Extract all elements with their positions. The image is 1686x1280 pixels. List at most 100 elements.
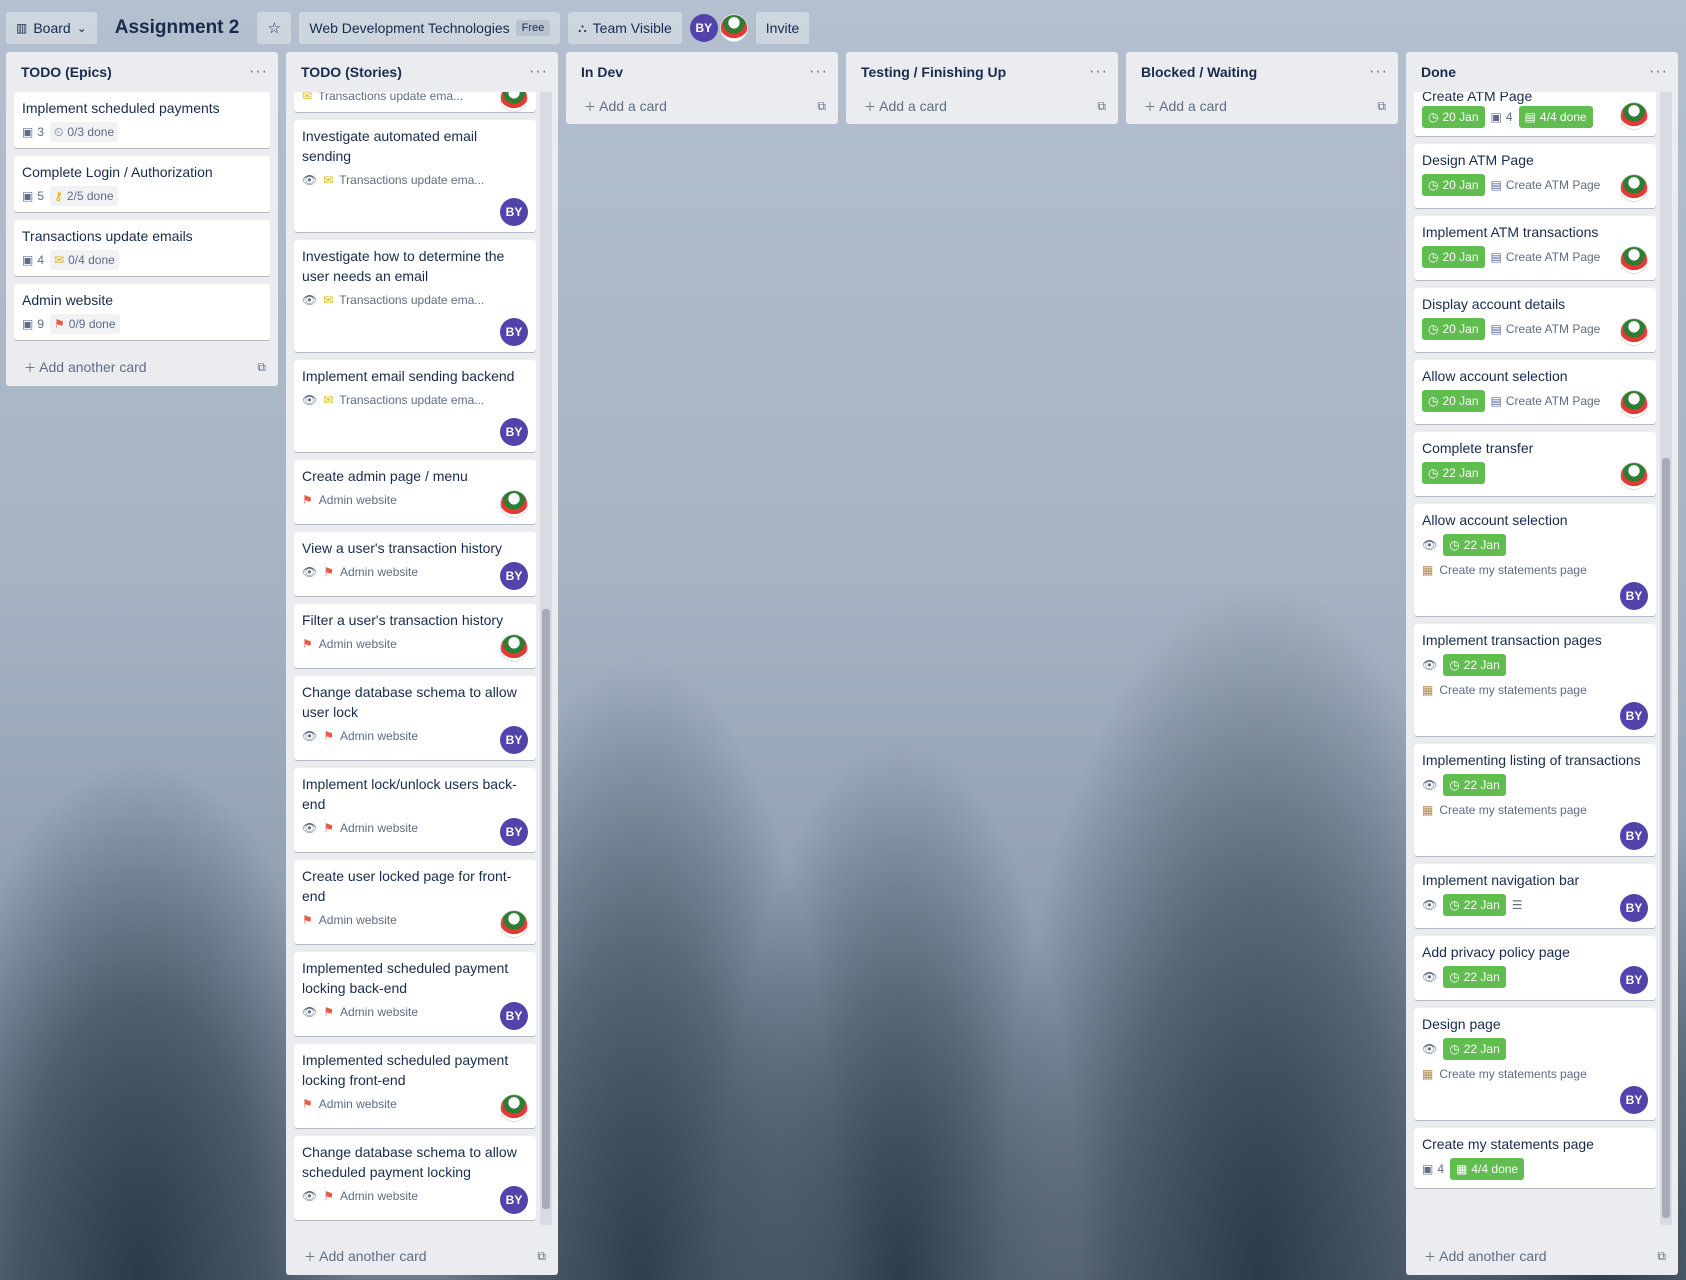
board-icon: ▥ bbox=[16, 21, 28, 35]
card[interactable]: Create user locked page for front-end ⚑ A… bbox=[294, 860, 536, 944]
more-icon[interactable]: ··· bbox=[1369, 64, 1388, 80]
more-icon[interactable]: ··· bbox=[249, 64, 268, 80]
due-date-badge[interactable]: ◷ 20 Jan bbox=[1422, 174, 1485, 196]
template-icon[interactable]: ⧉ bbox=[1377, 100, 1386, 112]
template-icon[interactable]: ⧉ bbox=[817, 100, 826, 112]
card[interactable]: ✉ Transactions update ema... bbox=[294, 92, 536, 112]
add-card-button[interactable]: ＋ Add a card ⧉ bbox=[566, 88, 838, 124]
card[interactable]: Change database schema to allow schedule… bbox=[294, 1136, 536, 1220]
due-date-badge[interactable]: ◷ 22 Jan bbox=[1443, 654, 1506, 676]
card[interactable]: Allow account selection 👁 ◷ 22 Jan ▦ Creat… bbox=[1414, 504, 1656, 616]
scrollbar[interactable] bbox=[540, 92, 552, 1225]
template-icon[interactable]: ⧉ bbox=[537, 1250, 546, 1262]
list-title[interactable]: Testing / Finishing Up bbox=[861, 64, 1006, 80]
scrollbar[interactable] bbox=[1660, 92, 1672, 1225]
invite-button[interactable]: Invite bbox=[755, 12, 810, 44]
due-date-badge[interactable]: ◷ 22 Jan bbox=[1443, 1038, 1506, 1060]
card[interactable]: Add privacy policy page 👁 ◷ 22 Jan BY bbox=[1414, 936, 1656, 1000]
card[interactable]: Implement email sending backend 👁 ✉ Transa… bbox=[294, 360, 536, 452]
due-date-badge[interactable]: ◷ 22 Jan bbox=[1443, 966, 1506, 988]
envelope-icon: ✉ bbox=[54, 253, 65, 267]
card-title: Implemented scheduled payment locking ba… bbox=[302, 960, 509, 996]
card[interactable]: Implement transaction pages 👁 ◷ 22 Jan ▦ C… bbox=[1414, 624, 1656, 736]
card-title: View a user's transaction history bbox=[302, 540, 503, 556]
list-done: Done ··· Create ATM Page ◷ 20 Jan ▣ 4 ▤ 4/4… bbox=[1406, 52, 1678, 1275]
template-icon[interactable]: ⧉ bbox=[257, 361, 266, 373]
scrollbar-thumb[interactable] bbox=[1662, 458, 1670, 1218]
due-date-badge[interactable]: ◷ 22 Jan bbox=[1443, 774, 1506, 796]
more-icon[interactable]: ··· bbox=[1089, 64, 1108, 80]
workspace-button[interactable]: Web Development Technologies Free bbox=[299, 12, 561, 44]
eye-icon: 👁 bbox=[302, 293, 318, 307]
due-date-badge[interactable]: ◷ 22 Jan bbox=[1422, 462, 1485, 484]
card[interactable]: Display account details ◷ 20 Jan ▤ Create … bbox=[1414, 288, 1656, 352]
avatar bbox=[500, 910, 528, 938]
card[interactable]: Implement lock/unlock users back-end 👁 ⚑ A… bbox=[294, 768, 536, 852]
visibility-button[interactable]: ⛬ Team Visible bbox=[568, 12, 682, 44]
list-title[interactable]: Blocked / Waiting bbox=[1141, 64, 1257, 80]
avatar bbox=[500, 490, 528, 518]
add-card-button[interactable]: ＋ Add a card ⧉ bbox=[1126, 88, 1398, 124]
list-title[interactable]: In Dev bbox=[581, 64, 623, 80]
card[interactable]: Filter a user's transaction history ⚑ Adm… bbox=[294, 604, 536, 668]
plus-icon: ＋ bbox=[24, 361, 37, 375]
epic-label: Create my statements page bbox=[1439, 1067, 1587, 1081]
card[interactable]: Implement ATM transactions ◷ 20 Jan ▤ Crea… bbox=[1414, 216, 1656, 280]
more-icon[interactable]: ··· bbox=[1649, 64, 1668, 80]
card[interactable]: Investigate how to determine the user ne… bbox=[294, 240, 536, 352]
scrollbar-thumb[interactable] bbox=[542, 609, 550, 1209]
card[interactable]: Design ATM Page ◷ 20 Jan ▤ Create ATM Page bbox=[1414, 144, 1656, 208]
template-icon[interactable]: ⧉ bbox=[1657, 1250, 1666, 1262]
add-card-button[interactable]: ＋ Add a card ⧉ bbox=[846, 88, 1118, 124]
list-title[interactable]: TODO (Epics) bbox=[21, 64, 112, 80]
star-button[interactable]: ☆ bbox=[257, 12, 292, 44]
card[interactable]: Implemented scheduled payment locking fr… bbox=[294, 1044, 536, 1128]
card[interactable]: Implement navigation bar 👁 ◷ 22 Jan ☰ BY bbox=[1414, 864, 1656, 928]
clock-icon: ◷ bbox=[1428, 466, 1439, 480]
card-title: Admin website bbox=[22, 292, 114, 308]
add-card-button[interactable]: ＋ Add another card ⧉ bbox=[1406, 1237, 1678, 1275]
list-title[interactable]: TODO (Stories) bbox=[301, 64, 402, 80]
card[interactable]: Admin website ▣ 9 ⚑ 0/9 done bbox=[14, 284, 270, 340]
card[interactable]: Transactions update emails ▣ 4 ✉ 0/4 done bbox=[14, 220, 270, 276]
card[interactable]: Create my statements page ▣ 4 ▦ 4/4 done bbox=[1414, 1128, 1656, 1188]
card[interactable]: Allow account selection ◷ 20 Jan ▤ Create … bbox=[1414, 360, 1656, 424]
plus-icon: ＋ bbox=[864, 100, 877, 114]
card-title: Change database schema to allow user loc… bbox=[302, 684, 517, 720]
more-icon[interactable]: ··· bbox=[529, 64, 548, 80]
due-date-badge[interactable]: ◷ 20 Jan bbox=[1422, 318, 1485, 340]
due-date-badge[interactable]: ◷ 22 Jan bbox=[1443, 894, 1506, 916]
avatar: BY bbox=[500, 818, 528, 846]
card[interactable]: Create admin page / menu ⚑ Admin website bbox=[294, 460, 536, 524]
board-header: ▥ Board ⌄ Assignment 2 ☆ Web Development… bbox=[0, 0, 1686, 56]
add-card-button[interactable]: ＋ Add another card ⧉ bbox=[286, 1237, 558, 1275]
due-date: 22 Jan bbox=[1463, 538, 1500, 552]
card[interactable]: Design page 👁 ◷ 22 Jan ▦ Create my stateme… bbox=[1414, 1008, 1656, 1120]
due-date-badge[interactable]: ◷ 20 Jan bbox=[1422, 390, 1485, 412]
card[interactable]: Change database schema to allow user loc… bbox=[294, 676, 536, 760]
board-title[interactable]: Assignment 2 bbox=[105, 17, 250, 39]
due-date-badge[interactable]: ◷ 20 Jan bbox=[1422, 106, 1485, 128]
card[interactable]: Create ATM Page ◷ 20 Jan ▣ 4 ▤ 4/4 done bbox=[1414, 92, 1656, 136]
progress: 0/9 done bbox=[68, 317, 116, 331]
card[interactable]: Implemented scheduled payment locking ba… bbox=[294, 952, 536, 1036]
card[interactable]: View a user's transaction history 👁 ⚑ Admi… bbox=[294, 532, 536, 596]
child-count: 5 bbox=[37, 189, 45, 203]
card[interactable]: Implement scheduled payments ▣ 3 ⏲ 0/3 don… bbox=[14, 92, 270, 148]
card[interactable]: Complete Login / Authorization ▣ 5 ⚷ 2/5 d… bbox=[14, 156, 270, 212]
template-icon[interactable]: ⧉ bbox=[1097, 100, 1106, 112]
avatar: BY bbox=[500, 1002, 528, 1030]
add-card-button[interactable]: ＋ Add another card ⧉ bbox=[6, 348, 278, 386]
card[interactable]: Investigate automated email sending 👁 ✉ Tr… bbox=[294, 120, 536, 232]
avatar[interactable]: BY bbox=[689, 14, 718, 42]
card[interactable]: Complete transfer ◷ 22 Jan bbox=[1414, 432, 1656, 496]
card-title: Design page bbox=[1422, 1016, 1501, 1032]
due-date-badge[interactable]: ◷ 20 Jan bbox=[1422, 246, 1485, 268]
board-view-button[interactable]: ▥ Board ⌄ bbox=[6, 12, 97, 44]
card[interactable]: Implementing listing of transactions 👁 ◷… bbox=[1414, 744, 1656, 856]
list-title[interactable]: Done bbox=[1421, 64, 1456, 80]
more-icon[interactable]: ··· bbox=[809, 64, 828, 80]
avatar[interactable] bbox=[719, 14, 748, 42]
avatar: BY bbox=[1620, 582, 1648, 610]
due-date-badge[interactable]: ◷ 22 Jan bbox=[1443, 534, 1506, 556]
